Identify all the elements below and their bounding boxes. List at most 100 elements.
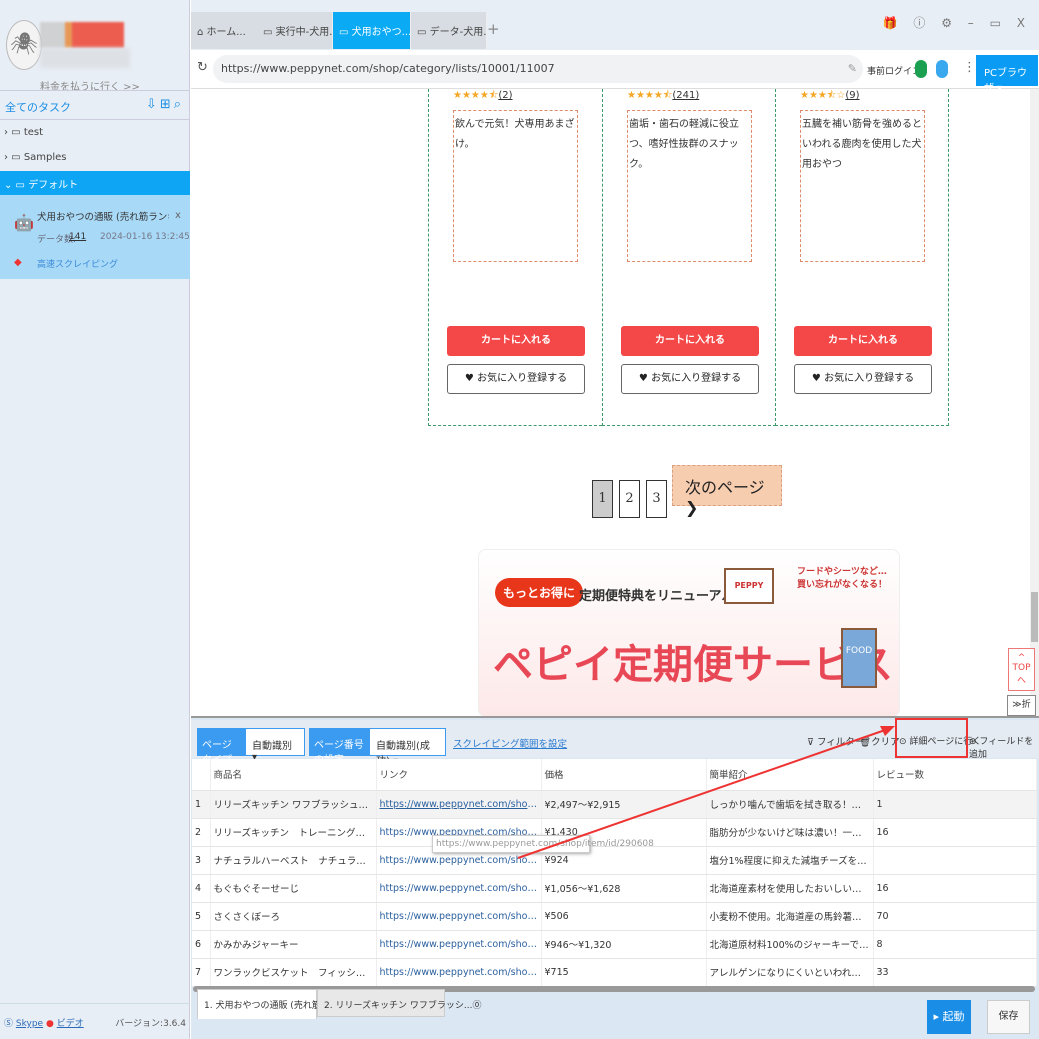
table-row[interactable]: 7ワンラックビスケット フィッシュ&ポテトhttps://www.peppyne… xyxy=(192,958,1037,987)
table-cell[interactable]: ¥506 xyxy=(541,902,707,931)
browser-mode-select[interactable]: PCブラウザ ▾ xyxy=(976,55,1038,94)
add-field-button[interactable]: ⊕ フィールドを追加 xyxy=(969,734,1039,760)
result-tab-2[interactable]: 2. リリーズキッチン ワフブラッシ...⓪ xyxy=(317,989,481,1017)
favorite-button[interactable]: ♥ お気に入り登録する xyxy=(621,364,759,394)
back-to-top-button[interactable]: ^ TOPへ xyxy=(1008,648,1035,691)
add-to-cart-button[interactable]: カートに入れる xyxy=(794,326,932,356)
next-page-button[interactable]: 次のページ ❯ xyxy=(672,465,782,517)
video-link[interactable]: ビデオ xyxy=(57,1019,84,1029)
rating-count[interactable]: (241) xyxy=(672,90,699,101)
task-item[interactable]: 🤖 犬用おやつの通販 (売れ筋ランキング・商... x データ数: 141 20… xyxy=(0,195,190,279)
table-cell[interactable]: ¥715 xyxy=(541,958,707,987)
more-icon[interactable]: ⋮ xyxy=(963,60,976,75)
favorite-button[interactable]: ♥ お気に入り登録する xyxy=(794,364,932,394)
table-cell[interactable]: 1 xyxy=(873,790,1037,819)
column-header[interactable]: 簡単紹介 xyxy=(706,759,874,791)
table-cell[interactable]: 16 xyxy=(873,818,1037,847)
column-header[interactable]: 価格 xyxy=(541,759,707,791)
table-cell[interactable]: 5 xyxy=(192,902,211,931)
table-cell[interactable]: ¥1,056～¥1,628 xyxy=(541,874,707,903)
table-cell[interactable] xyxy=(873,846,1037,875)
column-header[interactable]: 商品名 xyxy=(210,759,377,791)
data-count[interactable]: 141 xyxy=(69,232,86,242)
table-row[interactable]: 5さくさくぼーろhttps://www.peppynet.com/shop/it… xyxy=(192,902,1037,931)
favorite-button[interactable]: ♥ お気に入り登録する xyxy=(447,364,585,394)
table-cell[interactable]: 8 xyxy=(873,930,1037,959)
column-header[interactable]: レビュー数 xyxy=(873,759,1037,791)
subscription-banner[interactable]: もっとお得に 定期便特典をリニューアル！ PEPPY フードやシーツなど… 買い… xyxy=(478,549,900,717)
table-cell[interactable]: 塩分1%程度に抑えた減塩チーズをキューブに。サク... xyxy=(706,846,874,875)
page-3[interactable]: 3 xyxy=(646,480,667,518)
search-task-icon[interactable]: ⌕ xyxy=(174,97,184,112)
window-controls[interactable]: 🎁 ⓘ ⚙ – ▭ X xyxy=(883,14,1031,31)
table-row[interactable]: 4 もぐもぐそーせーじ https://www.peppynet.com/shop/… xyxy=(192,874,1037,903)
column-header[interactable]: リンク xyxy=(376,759,542,791)
folder-samples[interactable]: › ▭ Samples xyxy=(0,147,190,171)
skype-link[interactable]: Skype xyxy=(16,1019,43,1029)
avatar[interactable]: 🕷 xyxy=(6,20,42,70)
table-cell[interactable]: 北海道産素材を使用したおいしいソーセージ。やわら... xyxy=(706,874,874,903)
table-row[interactable]: 3ナチュラルハーベスト ナチュラルキュービックチー...https://www.… xyxy=(192,846,1037,875)
page-type-select[interactable]: 自動識別 ▾ xyxy=(245,728,305,763)
table-cell[interactable]: 脂肪分が少ないけど味は濃い！一口サイズのナチュラ... xyxy=(706,818,874,847)
close-task-icon[interactable]: x xyxy=(175,210,181,221)
table-row[interactable]: 6 かみかみジャーキー https://www.peppynet.com/shop/… xyxy=(192,930,1037,959)
table-cell[interactable]: ナチュラルハーベスト ナチュラルキュービックチー... xyxy=(210,846,377,875)
table-cell[interactable]: 6 xyxy=(192,930,211,959)
table-cell[interactable]: リリーズキッチン ワフブラッシュデンタルチュー xyxy=(210,790,377,819)
table-cell[interactable]: 70 xyxy=(873,902,1037,931)
table-cell[interactable]: https://www.peppynet.com/shop/item/id/09… xyxy=(376,874,542,903)
pre-login-button[interactable]: 事前ログイン xyxy=(867,64,921,77)
filter-button[interactable]: ⊽ フィルター xyxy=(807,734,864,748)
table-cell[interactable]: 1 xyxy=(192,790,211,819)
folder-test[interactable]: › ▭ test xyxy=(0,122,190,146)
table-cell[interactable]: https://www.peppynet.com/shop/item/id/29… xyxy=(376,790,542,819)
rating-count[interactable]: (2) xyxy=(498,90,512,101)
import-icon[interactable]: ⇩ xyxy=(146,97,160,112)
tab-running[interactable]: ▭ 実行中-犬用.. x xyxy=(257,12,333,49)
reload-icon[interactable]: ↻ xyxy=(197,60,208,75)
folder-default[interactable]: ⌄ ▭ デフォルト xyxy=(0,171,190,195)
table-row[interactable]: 1リリーズキッチン ワフブラッシュデンタルチューhttps://www.pepp… xyxy=(192,790,1037,819)
table-cell[interactable]: ¥2,497～¥2,915 xyxy=(541,790,707,819)
table-cell[interactable]: 16 xyxy=(873,874,1037,903)
table-cell[interactable]: 4 xyxy=(192,874,211,903)
new-task-icon[interactable]: ⊞ xyxy=(160,97,174,112)
clear-button[interactable]: 🗑クリア xyxy=(859,734,900,748)
page-1[interactable]: 1 xyxy=(592,480,613,518)
table-cell[interactable]: 33 xyxy=(873,958,1037,987)
table-cell[interactable]: もぐもぐそーせーじ xyxy=(210,874,377,903)
table-cell[interactable]: かみかみジャーキー xyxy=(210,930,377,959)
page-scroll-thumb[interactable] xyxy=(1031,592,1038,642)
green-ext-icon[interactable] xyxy=(915,60,927,78)
table-cell[interactable]: ¥946～¥1,320 xyxy=(541,930,707,959)
table-cell[interactable]: リリーズキッチン トレーニングトリーツ xyxy=(210,818,377,847)
save-button[interactable]: 保存 xyxy=(987,1000,1030,1034)
table-cell[interactable]: 北海道原材料100%のジャーキーです。無添加で素材... xyxy=(706,930,874,959)
page-2[interactable]: 2 xyxy=(619,480,640,518)
table-cell[interactable]: ワンラックビスケット フィッシュ&ポテト xyxy=(210,958,377,987)
table-cell[interactable]: https://www.peppynet.com/shop/item/id/04… xyxy=(376,958,542,987)
new-tab-button[interactable]: + xyxy=(487,20,500,38)
table-cell[interactable]: https://www.peppynet.com/shop/item/id/09… xyxy=(376,930,542,959)
table-cell[interactable]: 2 xyxy=(192,818,211,847)
tab-current[interactable]: ▭ 犬用おやつ... x xyxy=(333,12,411,49)
table-cell[interactable]: 7 xyxy=(192,958,211,987)
rating-count[interactable]: (9) xyxy=(845,90,859,101)
scrape-mode[interactable]: 高速スクレイピング xyxy=(37,257,118,270)
table-cell[interactable]: https://www.peppynet.com/shop/item/id/09… xyxy=(376,902,542,931)
page-number-select[interactable]: 自動識別(成功) ▾ xyxy=(369,728,446,767)
table-cell[interactable]: 小麦粉不使用。北海道産の馬鈴薯でんぷん、さつまい... xyxy=(706,902,874,931)
blue-ext-icon[interactable] xyxy=(936,60,948,78)
table-cell[interactable]: しっかり噛んで歯垢を拭き取る！天然成分のデンタル... xyxy=(706,790,874,819)
table-cell[interactable]: さくさくぼーろ xyxy=(210,902,377,931)
tab-data[interactable]: ▭ データ-犬用.. x xyxy=(411,12,487,49)
table-cell[interactable]: 3 xyxy=(192,846,211,875)
column-header[interactable] xyxy=(192,759,211,791)
scrape-range-link[interactable]: スクレイピング範囲を設定 xyxy=(453,736,567,750)
start-button[interactable]: ▸ 起動 xyxy=(927,1000,971,1034)
add-to-cart-button[interactable]: カートに入れる xyxy=(447,326,585,356)
edit-icon[interactable]: ✎ xyxy=(848,62,857,75)
result-tab-1[interactable]: 1. 犬用おやつの通販 (売れ筋ラン... xyxy=(197,989,347,1019)
fold-button[interactable]: ≫折る xyxy=(1007,695,1036,729)
